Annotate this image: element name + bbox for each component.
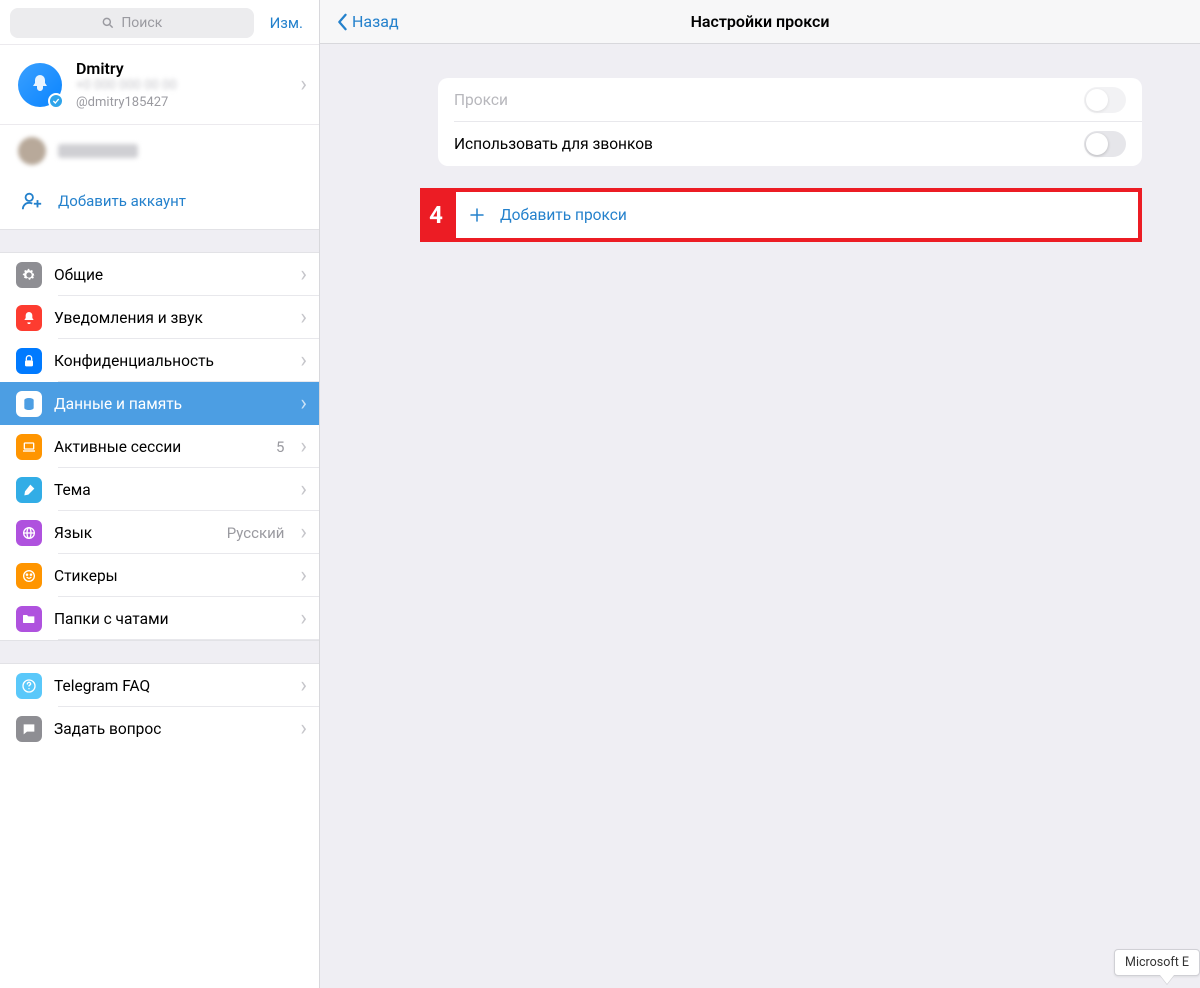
sidebar-item-data[interactable]: Данные и память › xyxy=(0,382,319,425)
callout-number: 4 xyxy=(420,188,452,242)
sidebar-item-theme[interactable]: Тема › xyxy=(0,468,319,511)
account-name-blurred xyxy=(58,144,138,158)
lock-icon xyxy=(16,348,42,374)
proxy-switch[interactable] xyxy=(1084,87,1126,113)
section-separator xyxy=(0,640,319,664)
main-panel: Назад Настройки прокси Прокси Использова… xyxy=(320,0,1200,988)
chat-icon xyxy=(16,716,42,742)
chevron-right-icon: › xyxy=(300,477,307,502)
add-proxy-label: Добавить прокси xyxy=(500,206,627,224)
profile-phone-blurred: +0 000 000 00 00 xyxy=(76,78,286,93)
sticker-icon xyxy=(16,563,42,589)
sidebar-item-stickers[interactable]: Стикеры › xyxy=(0,554,319,597)
sidebar-item-label: Конфиденциальность xyxy=(54,352,288,370)
plus-icon xyxy=(468,206,486,224)
tooltip-tail xyxy=(1160,975,1174,984)
use-for-calls-switch[interactable] xyxy=(1084,131,1126,157)
bell-icon xyxy=(16,305,42,331)
add-account-label: Добавить аккаунт xyxy=(58,192,186,210)
sidebar-item-detail: 5 xyxy=(276,438,284,456)
database-icon xyxy=(16,391,42,417)
sidebar-item-folders[interactable]: Папки с чатами › xyxy=(0,597,319,640)
laptop-icon xyxy=(16,434,42,460)
sidebar-item-label: Тема xyxy=(54,481,288,499)
sidebar-item-privacy[interactable]: Конфиденциальность › xyxy=(0,339,319,382)
proxy-toggle-row: Прокси xyxy=(438,78,1142,122)
profile-info: Dmitry +0 000 000 00 00 @dmitry185427 xyxy=(76,59,286,110)
profile-handle: @dmitry185427 xyxy=(76,95,286,110)
settings-sidebar: Поиск Изм. Dmitry +0 000 000 00 00 @dmit… xyxy=(0,0,320,988)
sidebar-item-sessions[interactable]: Активные сессии 5 › xyxy=(0,425,319,468)
question-icon xyxy=(16,673,42,699)
tooltip-text: Microsoft E xyxy=(1125,955,1189,970)
proxy-label: Прокси xyxy=(454,91,1084,109)
avatar xyxy=(18,63,62,107)
sidebar-item-detail: Русский xyxy=(227,524,285,542)
sidebar-item-faq[interactable]: Telegram FAQ › xyxy=(0,664,319,707)
add-proxy-callout: 4 Добавить прокси xyxy=(420,188,1142,242)
sidebar-item-general[interactable]: Общие › xyxy=(0,253,319,296)
section-separator xyxy=(0,229,319,253)
chevron-right-icon: › xyxy=(300,391,307,416)
chevron-right-icon: › xyxy=(300,434,307,459)
sidebar-item-label: Общие xyxy=(54,266,288,284)
chevron-right-icon: › xyxy=(300,348,307,373)
tooltip-bubble: Microsoft E xyxy=(1114,949,1200,976)
sidebar-header: Поиск Изм. xyxy=(0,0,319,44)
chevron-right-icon: › xyxy=(300,716,307,741)
sidebar-item-notifications[interactable]: Уведомления и звук › xyxy=(0,296,319,339)
search-icon xyxy=(101,16,115,30)
folder-icon xyxy=(16,606,42,632)
brush-icon xyxy=(16,477,42,503)
search-input[interactable]: Поиск xyxy=(10,8,254,38)
add-account-button[interactable]: Добавить аккаунт xyxy=(0,177,319,229)
sidebar-item-label: Активные сессии xyxy=(54,438,264,456)
search-placeholder: Поиск xyxy=(121,15,162,31)
sidebar-item-label: Задать вопрос xyxy=(54,720,288,738)
chevron-right-icon: › xyxy=(300,606,307,631)
sidebar-item-label: Уведомления и звук xyxy=(54,309,288,327)
sidebar-item-label: Данные и память xyxy=(54,395,288,413)
avatar-blurred xyxy=(18,137,46,165)
chevron-right-icon: › xyxy=(300,305,307,330)
sidebar-item-label: Стикеры xyxy=(54,567,288,585)
chevron-right-icon: › xyxy=(300,673,307,698)
back-button[interactable]: Назад xyxy=(336,12,399,31)
chevron-right-icon: › xyxy=(300,563,307,588)
back-label: Назад xyxy=(352,12,399,31)
main-header: Назад Настройки прокси xyxy=(320,0,1200,44)
sidebar-item-ask[interactable]: Задать вопрос › xyxy=(0,707,319,750)
chevron-right-icon: › xyxy=(300,72,307,97)
use-for-calls-label: Использовать для звонков xyxy=(454,135,1084,153)
sidebar-item-language[interactable]: Язык Русский › xyxy=(0,511,319,554)
sidebar-item-label: Язык xyxy=(54,524,215,542)
chevron-right-icon: › xyxy=(300,262,307,287)
verified-badge-icon xyxy=(48,93,64,109)
add-account-icon xyxy=(18,187,46,215)
edit-button[interactable]: Изм. xyxy=(264,14,309,32)
sidebar-item-label: Telegram FAQ xyxy=(54,677,288,695)
proxy-settings-card: Прокси Использовать для звонков xyxy=(438,78,1142,166)
use-for-calls-row: Использовать для звонков xyxy=(438,122,1142,166)
chevron-left-icon xyxy=(336,13,348,31)
sidebar-item-label: Папки с чатами xyxy=(54,610,288,628)
profile-name: Dmitry xyxy=(76,59,286,78)
profile-row[interactable]: Dmitry +0 000 000 00 00 @dmitry185427 › xyxy=(0,44,319,125)
add-proxy-button[interactable]: Добавить прокси xyxy=(452,188,1142,242)
secondary-account-row[interactable] xyxy=(0,125,319,177)
globe-icon xyxy=(16,520,42,546)
chevron-right-icon: › xyxy=(300,520,307,545)
page-title: Настройки прокси xyxy=(320,12,1200,31)
gear-icon xyxy=(16,262,42,288)
